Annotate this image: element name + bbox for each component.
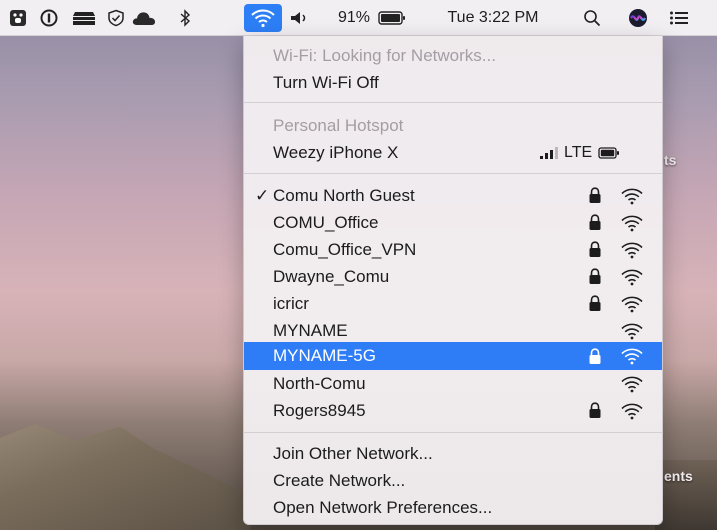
lock-icon xyxy=(588,268,602,285)
network-item[interactable]: MYNAME xyxy=(244,317,662,344)
desktop-item-label[interactable]: ts xyxy=(664,152,676,168)
turn-wifi-off-label: Turn Wi-Fi Off xyxy=(273,72,379,92)
wifi-signal-icon xyxy=(620,375,644,393)
desktop-item-label[interactable]: ents xyxy=(664,468,693,484)
siri-icon[interactable] xyxy=(626,0,650,36)
hotspot-device-item[interactable]: Weezy iPhone X LTE xyxy=(244,139,662,166)
battery-percent: 91% xyxy=(337,9,371,26)
create-network-label: Create Network... xyxy=(273,470,406,490)
open-network-preferences-item[interactable]: Open Network Preferences... xyxy=(244,494,662,521)
lock-icon xyxy=(588,295,602,312)
join-other-network-label: Join Other Network... xyxy=(273,443,433,463)
network-name: Comu North Guest xyxy=(273,185,415,205)
network-item[interactable]: Rogers8945 xyxy=(244,397,662,424)
wifi-status-item: Wi-Fi: Looking for Networks... xyxy=(244,42,662,69)
lock-icon xyxy=(588,241,602,258)
notification-center-icon[interactable] xyxy=(666,0,692,36)
wifi-signal-icon xyxy=(620,295,644,313)
bluetooth-icon[interactable] xyxy=(176,0,194,36)
network-name: MYNAME-5G xyxy=(273,346,376,365)
wifi-signal-icon xyxy=(620,187,644,205)
shield-icon[interactable] xyxy=(105,0,127,36)
network-type-label: LTE xyxy=(564,143,593,161)
cellular-signal-icon xyxy=(540,146,558,159)
network-name: MYNAME xyxy=(273,320,348,340)
bear-icon[interactable] xyxy=(6,0,30,36)
turn-wifi-off-item[interactable]: Turn Wi-Fi Off xyxy=(244,69,662,96)
menu-separator xyxy=(244,432,662,433)
wifi-status-label: Wi-Fi: Looking for Networks... xyxy=(273,45,496,65)
open-network-preferences-label: Open Network Preferences... xyxy=(273,497,493,517)
wifi-signal-icon xyxy=(620,322,644,340)
hotspot-header-label: Personal Hotspot xyxy=(273,115,404,135)
battery-icon xyxy=(598,146,620,159)
join-other-network-item[interactable]: Join Other Network... xyxy=(244,440,662,467)
wifi-signal-icon xyxy=(620,241,644,259)
spotlight-search-icon[interactable] xyxy=(580,0,604,36)
network-name: North-Comu xyxy=(273,373,366,393)
network-item[interactable]: ✓ Comu North Guest xyxy=(244,182,662,209)
lock-icon xyxy=(588,402,602,419)
network-name: COMU_Office xyxy=(273,212,379,232)
menubar-clock[interactable]: Tue 3:22 PM xyxy=(447,9,538,27)
synology-icon[interactable] xyxy=(70,0,98,36)
network-item[interactable]: COMU_Office xyxy=(244,209,662,236)
checkmark-icon: ✓ xyxy=(255,185,270,205)
wifi-dropdown-menu: Wi-Fi: Looking for Networks... Turn Wi-F… xyxy=(243,36,663,525)
wifi-signal-icon xyxy=(620,347,644,365)
network-name: Dwayne_Comu xyxy=(273,266,390,286)
desktop-cliff xyxy=(0,424,250,530)
network-item[interactable]: icricr xyxy=(244,290,662,317)
network-item[interactable]: Dwayne_Comu xyxy=(244,263,662,290)
network-name: Comu_Office_VPN xyxy=(273,239,417,259)
network-name: Rogers8945 xyxy=(273,400,366,420)
hotspot-device-label: Weezy iPhone X xyxy=(273,142,399,162)
wifi-signal-icon xyxy=(620,402,644,420)
lock-icon xyxy=(588,214,602,231)
network-item[interactable]: Comu_Office_VPN xyxy=(244,236,662,263)
hotspot-header: Personal Hotspot xyxy=(244,112,662,139)
wifi-menu-icon[interactable] xyxy=(244,4,282,32)
network-name: icricr xyxy=(273,293,309,313)
battery-icon[interactable] xyxy=(376,0,408,36)
create-network-item[interactable]: Create Network... xyxy=(244,467,662,494)
menu-bar: 91% Tue 3:22 PM xyxy=(0,0,717,36)
wifi-signal-icon xyxy=(620,214,644,232)
cloud-icon[interactable] xyxy=(130,0,158,36)
wifi-signal-icon xyxy=(620,268,644,286)
onepassword-icon[interactable] xyxy=(37,0,61,36)
network-item-highlighted[interactable]: MYNAME-5G xyxy=(244,342,662,370)
lock-icon xyxy=(588,347,602,365)
lock-icon xyxy=(588,187,602,204)
volume-icon[interactable] xyxy=(287,0,313,36)
network-item[interactable]: North-Comu xyxy=(244,370,662,397)
menu-separator xyxy=(244,102,662,103)
menu-separator xyxy=(244,173,662,174)
